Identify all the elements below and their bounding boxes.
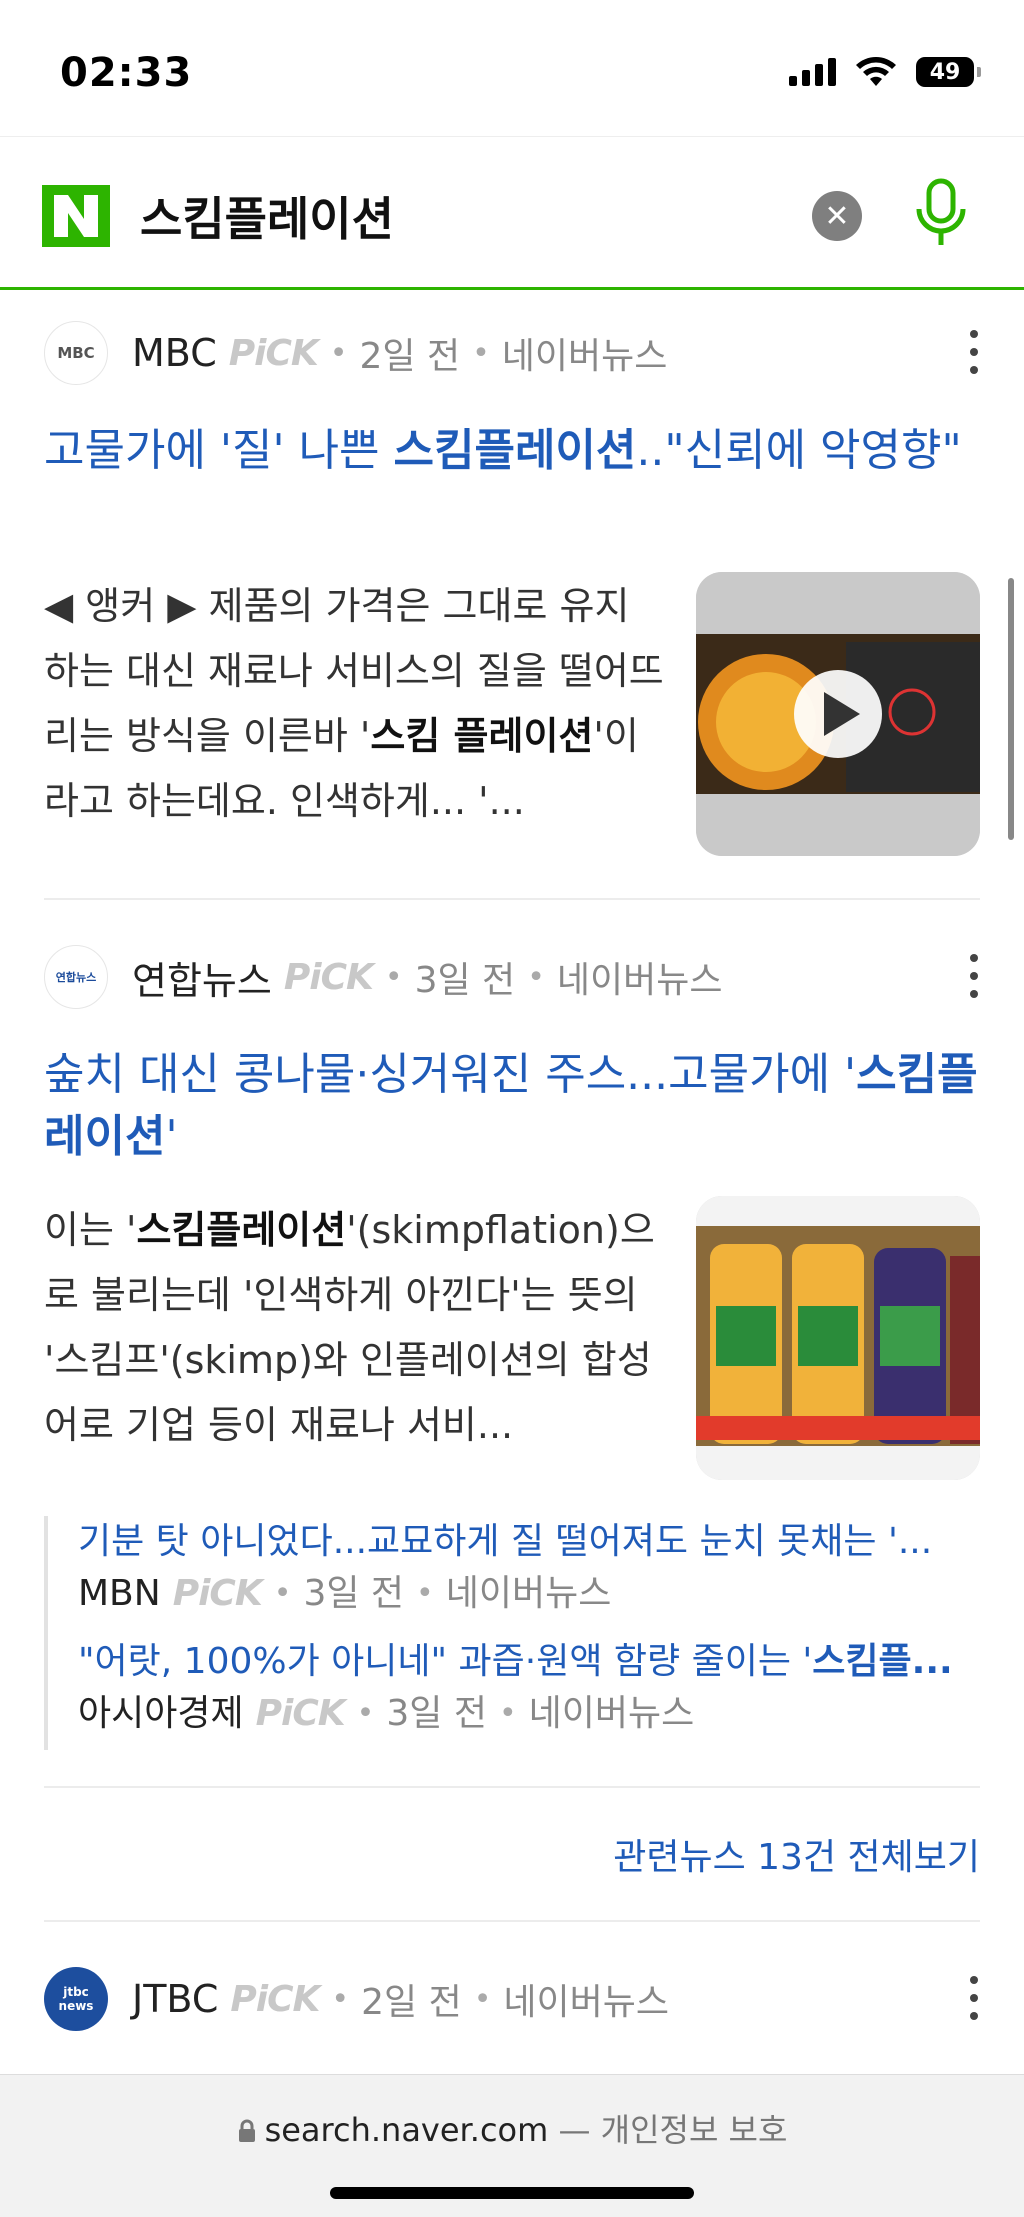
lock-icon: [238, 2119, 255, 2142]
card-divider: [44, 1920, 980, 1922]
related-news-item[interactable]: 기분 탓 아니었다...교묘하게 질 떨어져도 눈치 못채는 '... MBN …: [78, 1516, 980, 1620]
news-headline[interactable]: 고물가에 '질' 나쁜 스킴플레이션.."신뢰에 악영향": [44, 420, 980, 482]
naver-news-link[interactable]: 네이버뉴스: [529, 1688, 695, 1740]
pick-badge: PiCK: [255, 1693, 346, 1734]
search-header: 스킴플레이션 ✕: [0, 136, 1024, 290]
more-options-icon[interactable]: [964, 954, 984, 998]
press-name[interactable]: MBN: [78, 1568, 161, 1620]
cellular-signal-icon: [789, 58, 836, 86]
card-divider: [44, 898, 980, 900]
press-logo[interactable]: 연합뉴스: [44, 945, 108, 1009]
news-age: 3일 전: [414, 960, 516, 1001]
separator-dot: •: [356, 1696, 375, 1731]
address-separator: —: [548, 2111, 601, 2149]
more-options-icon[interactable]: [964, 330, 984, 374]
status-bar: 02:33 49: [0, 0, 1024, 136]
news-headline[interactable]: 숲치 대신 콩나물·싱거워진 주스...고물가에 '스킴플레이션': [44, 1044, 980, 1168]
separator-dot: •: [416, 1576, 434, 1611]
press-name[interactable]: MBC: [132, 331, 217, 375]
news-age: 2일 전: [361, 1982, 462, 2023]
news-age: 2일 전: [359, 336, 461, 377]
privacy-label: 개인정보 보호: [600, 2111, 788, 2149]
separator-dot: •: [331, 1981, 350, 2017]
news-card: jtbc news JTBC PiCK • 2일 전 • 네이버뉴스: [44, 1966, 980, 2066]
naver-news-link[interactable]: 네이버뉴스: [446, 1568, 612, 1620]
card-divider: [44, 1786, 980, 1788]
news-meta: MBC MBC PiCK • 2일 전 • 네이버뉴스: [44, 320, 667, 386]
status-time: 02:33: [60, 50, 193, 96]
news-age: 3일 전: [303, 1573, 405, 1614]
clear-search-button[interactable]: ✕: [812, 191, 862, 241]
battery-icon: 49: [916, 57, 981, 87]
browser-address-bar: search.naver.com — 개인정보 보호: [0, 2074, 1024, 2217]
separator-dot: •: [527, 959, 545, 995]
press-logo[interactable]: jtbc news: [44, 1967, 108, 2031]
scrollbar[interactable]: [1008, 578, 1014, 840]
related-news-item[interactable]: "어랏, 100%가 아니네" 과즙·원액 함량 줄이는 '스킴플... 아시아…: [78, 1636, 980, 1740]
news-thumbnail[interactable]: [696, 1196, 980, 1480]
video-thumbnail-image: [696, 572, 980, 856]
separator-dot: •: [498, 1696, 517, 1731]
naver-news-link[interactable]: 네이버뉴스: [557, 951, 723, 1003]
news-summary[interactable]: 이는 '스킴플레이션'(skimpflation)으로 불리는데 '인색하게 아…: [44, 1198, 664, 1458]
more-options-icon[interactable]: [964, 1976, 984, 2020]
press-name[interactable]: 아시아경제: [78, 1688, 244, 1740]
url-domain[interactable]: search.naver.com: [265, 2111, 549, 2149]
related-news-list: 기분 탓 아니었다...교묘하게 질 떨어져도 눈치 못채는 '... MBN …: [44, 1516, 980, 1750]
pick-badge: PiCK: [283, 956, 374, 998]
search-input[interactable]: 스킴플레이션: [140, 183, 394, 249]
pick-badge: PiCK: [172, 1573, 263, 1614]
separator-dot: •: [329, 335, 348, 371]
home-indicator[interactable]: [330, 2187, 694, 2199]
press-name[interactable]: JTBC: [132, 1977, 218, 2021]
news-meta: 연합뉴스 연합뉴스 PiCK • 3일 전 • 네이버뉴스: [44, 944, 723, 1010]
naver-news-link[interactable]: 네이버뉴스: [503, 1973, 669, 2025]
press-name[interactable]: 연합뉴스: [132, 950, 272, 1005]
separator-dot: •: [384, 959, 403, 995]
separator-dot: •: [473, 1981, 492, 2017]
news-card: MBC MBC PiCK • 2일 전 • 네이버뉴스 고물가에 '질' 나쁜 …: [44, 320, 980, 860]
related-news-meta: MBN PiCK • 3일 전 • 네이버뉴스: [78, 1568, 980, 1620]
status-icons: 49: [789, 56, 981, 88]
news-summary[interactable]: ◀ 앵커 ▶ 제품의 가격은 그대로 유지하는 대신 재료나 서비스의 질을 떨…: [44, 574, 664, 834]
video-thumbnail[interactable]: [696, 572, 980, 856]
press-logo[interactable]: MBC: [44, 321, 108, 385]
news-card: 연합뉴스 연합뉴스 PiCK • 3일 전 • 네이버뉴스 숲치 대신 콩나물·…: [44, 944, 980, 1504]
news-age: 3일 전: [386, 1693, 487, 1734]
related-news-meta: 아시아경제 PiCK • 3일 전 • 네이버뉴스: [78, 1688, 980, 1740]
news-meta: jtbc news JTBC PiCK • 2일 전 • 네이버뉴스: [44, 1966, 669, 2032]
separator-dot: •: [472, 335, 490, 371]
naver-logo-icon[interactable]: [42, 185, 110, 247]
juice-bottles-image: [696, 1196, 980, 1480]
naver-news-link[interactable]: 네이버뉴스: [502, 327, 668, 379]
all-related-news-link[interactable]: 관련뉴스 13건 전체보기: [613, 1828, 980, 1880]
wifi-icon: [856, 57, 896, 86]
related-news-title[interactable]: "어랏, 100%가 아니네" 과즙·원액 함량 줄이는 '스킴플...: [78, 1636, 978, 1688]
pick-badge: PiCK: [230, 1978, 320, 2020]
separator-dot: •: [273, 1576, 292, 1611]
pick-badge: PiCK: [228, 332, 319, 374]
address-line[interactable]: search.naver.com — 개인정보 보호: [0, 2105, 1024, 2151]
microphone-icon[interactable]: [910, 177, 972, 249]
related-news-title[interactable]: 기분 탓 아니었다...교묘하게 질 떨어져도 눈치 못채는 '...: [78, 1516, 978, 1568]
